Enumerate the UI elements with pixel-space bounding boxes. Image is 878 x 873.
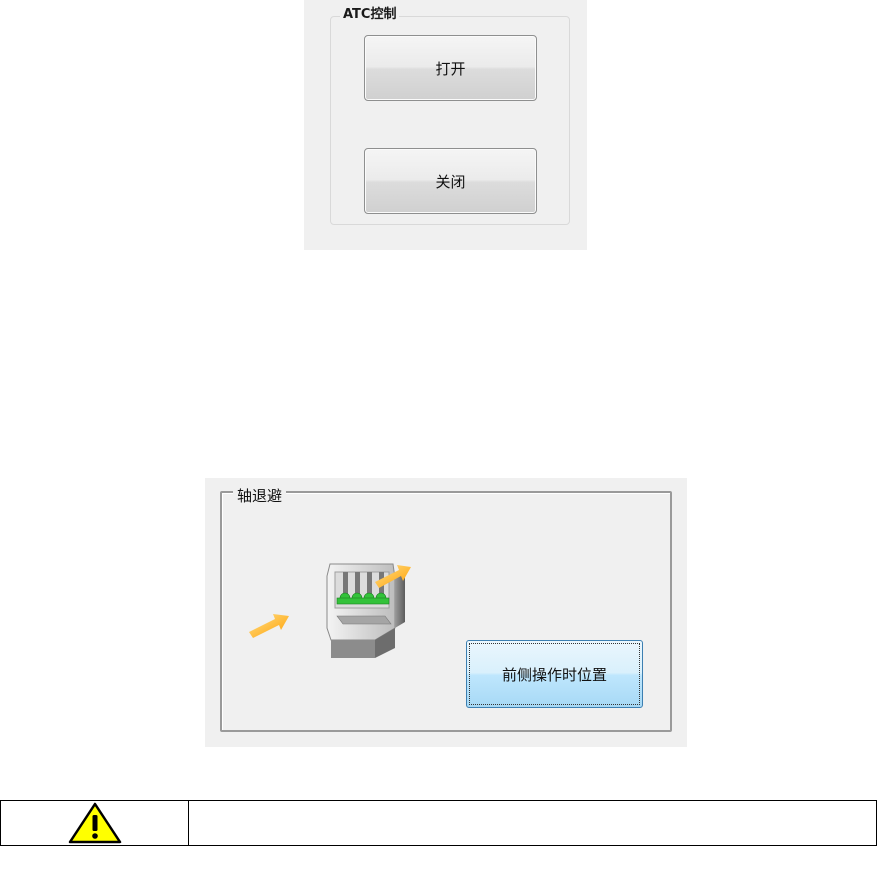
axis-retreat-panel: 轴退避 前侧操作时位置 <box>205 478 687 747</box>
atc-close-button[interactable]: 关闭 <box>364 148 537 214</box>
atc-control-panel: ATC控制 打开 关闭 <box>304 0 587 250</box>
atc-open-button[interactable]: 打开 <box>364 35 537 101</box>
warning-icon-cell <box>1 801 189 845</box>
warning-table <box>0 800 877 846</box>
axis-retreat-group-title: 轴退避 <box>233 486 287 506</box>
machine-tool-icon <box>249 563 411 658</box>
warning-triangle-icon <box>68 802 121 844</box>
atc-control-group-title: ATC控制 <box>340 6 400 24</box>
warning-text-cell <box>189 801 876 845</box>
front-operation-position-button[interactable]: 前侧操作时位置 <box>466 640 643 708</box>
